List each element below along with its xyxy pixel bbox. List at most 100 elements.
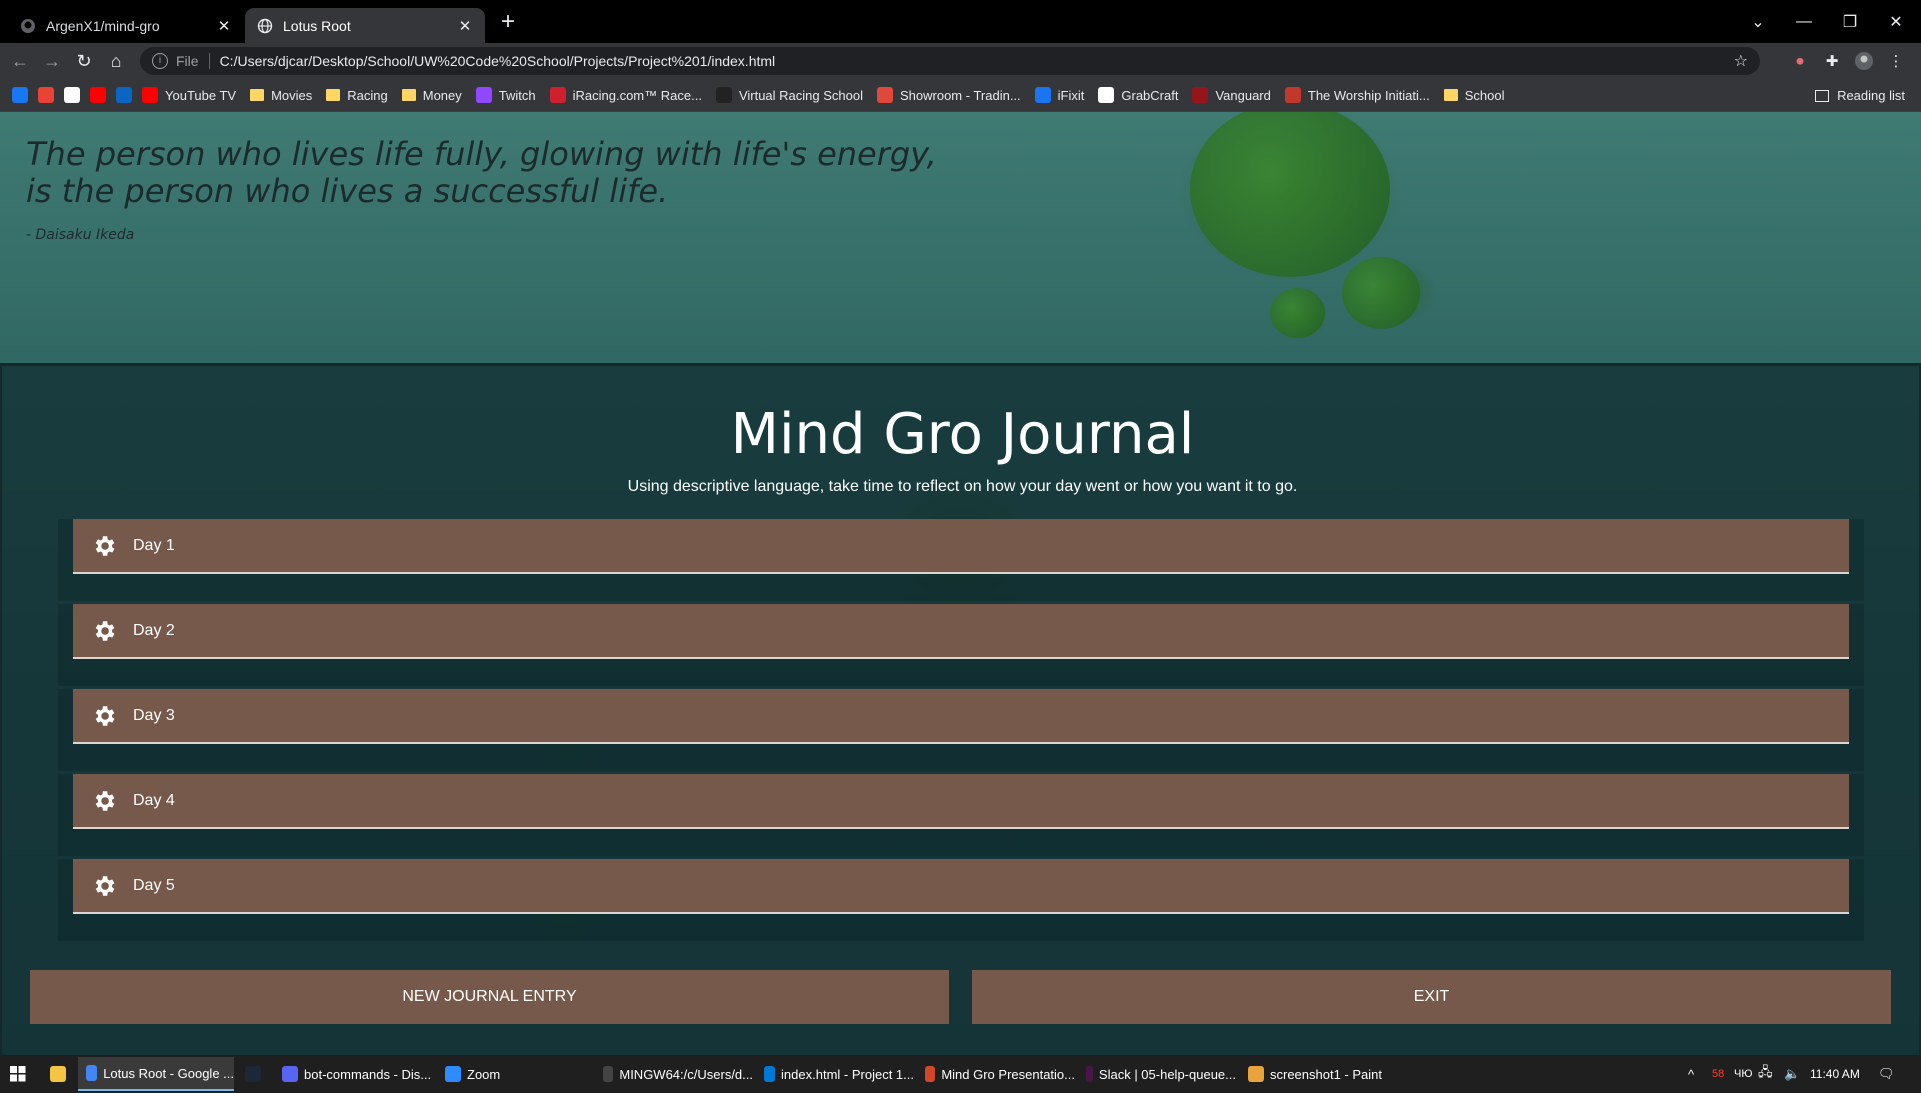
- day-3-entry[interactable]: Day 3: [73, 689, 1849, 744]
- tab-title: ArgenX1/mind-gro: [46, 17, 160, 34]
- tab-mind-gro[interactable]: ArgenX1/mind-gro ✕: [8, 8, 244, 43]
- menu-kebab-icon[interactable]: ⋮: [1886, 51, 1906, 71]
- gear-icon: [95, 535, 115, 556]
- taskbar-app-paint[interactable]: screenshot1 - Paint: [1240, 1057, 1398, 1091]
- bookmark-facebook[interactable]: [12, 87, 28, 103]
- bookmark-school[interactable]: School: [1443, 88, 1505, 103]
- url-text[interactable]: C:/Users/djcar/Desktop/School/UW%20Code%…: [220, 53, 776, 69]
- folder-icon: [250, 89, 265, 101]
- taskbar-app-discord[interactable]: bot-commands - Dis...: [274, 1057, 434, 1091]
- tray-ime[interactable]: ЧЮ: [1734, 1055, 1752, 1093]
- bookmark-racing[interactable]: Racing: [326, 87, 388, 103]
- bookmark-linkedin[interactable]: [116, 87, 132, 103]
- bookmark-star-icon[interactable]: ☆: [1734, 51, 1748, 71]
- reading-list-button[interactable]: Reading list: [1815, 79, 1905, 112]
- address-bar[interactable]: i File C:/Users/djcar/Desktop/School/UW%…: [140, 47, 1760, 75]
- tab-close-icon[interactable]: ✕: [457, 17, 473, 35]
- quote-text: The person who lives life fully, glowing…: [26, 135, 937, 210]
- extensions-puzzle-icon[interactable]: ✚: [1822, 51, 1842, 71]
- extension-record-icon[interactable]: ⏺: [1790, 51, 1810, 71]
- volume-icon[interactable]: 🔈: [1784, 1055, 1800, 1093]
- bookmark-grabcraft[interactable]: GrabCraft: [1098, 87, 1178, 103]
- terminal-icon: [603, 1066, 614, 1082]
- new-journal-entry-button[interactable]: NEW JOURNAL ENTRY: [30, 970, 949, 1024]
- windows-start-icon[interactable]: [2, 1057, 32, 1091]
- bookmark-label: iFixit: [1057, 87, 1085, 103]
- taskbar-app-chrome[interactable]: Lotus Root - Google ...: [78, 1057, 234, 1091]
- forward-icon[interactable]: →: [40, 49, 64, 73]
- bookmark-iracing-com-race[interactable]: iRacing.com™ Race...: [549, 87, 702, 103]
- bookmark-label: Movies: [271, 87, 313, 103]
- bookmark-amazon[interactable]: [64, 87, 80, 103]
- profile-avatar[interactable]: [1854, 51, 1874, 71]
- bookmark-vanguard[interactable]: Vanguard: [1192, 87, 1271, 103]
- bookmark-youtube-tv[interactable]: YouTube TV: [142, 87, 236, 103]
- restore-icon[interactable]: ❐: [1827, 0, 1873, 43]
- tab-search-icon[interactable]: ⌄: [1735, 0, 1781, 43]
- twitch-icon: [475, 87, 492, 103]
- file-explorer-icon[interactable]: [42, 1057, 72, 1091]
- gmail-icon: [38, 87, 54, 103]
- clock-time[interactable]: 11:40 AM: [1810, 1055, 1860, 1093]
- bookmark-money[interactable]: Money: [401, 87, 462, 103]
- vanguard-icon: [1192, 87, 1209, 103]
- info-icon[interactable]: i: [152, 53, 168, 69]
- taskbar-app-label: index.html - Project 1...: [781, 1066, 914, 1082]
- taskbar-app-terminal[interactable]: MINGW64:/c/Users/d...: [595, 1057, 753, 1091]
- bookmark-the-worship-initiati[interactable]: The Worship Initiati...: [1284, 87, 1430, 103]
- day-2-entry[interactable]: Day 2: [73, 604, 1849, 659]
- close-window-icon[interactable]: ✕: [1873, 0, 1919, 43]
- bookmark-virtual-racing-school[interactable]: Virtual Racing School: [715, 87, 863, 103]
- bookmark-gmail[interactable]: [38, 87, 54, 103]
- day-label: Day 2: [133, 621, 175, 639]
- tray-temperature: 58: [1712, 1068, 1725, 1080]
- page-title: Mind Gro Journal: [730, 402, 1195, 467]
- list-item: Day 5: [58, 859, 1864, 944]
- slack-icon: [1086, 1066, 1093, 1082]
- bookmark-showroom-tradin[interactable]: Showroom - Tradin...: [877, 87, 1021, 103]
- youtube-tv-icon: [142, 87, 158, 103]
- journal-panel: Mind Gro Journal Using descriptive langu…: [0, 363, 1921, 1055]
- youtube-icon: [90, 87, 106, 103]
- new-tab-button[interactable]: +: [496, 10, 520, 35]
- tab-title: Lotus Root: [283, 17, 351, 34]
- tab-close-icon[interactable]: ✕: [216, 17, 232, 35]
- network-icon[interactable]: 🖧: [1758, 1055, 1773, 1093]
- tray-chevron-icon[interactable]: ^: [1688, 1055, 1694, 1093]
- windows-taskbar: Lotus Root - Google ... bot-commands - Di…: [0, 1055, 1921, 1093]
- bookmark-movies[interactable]: Movies: [250, 88, 312, 103]
- taskbar-app-zoom[interactable]: Zoom: [437, 1057, 592, 1091]
- day-1-entry[interactable]: Day 1: [73, 519, 1849, 574]
- globe-icon: [257, 18, 273, 34]
- taskbar-app-steam[interactable]: [237, 1057, 271, 1091]
- bookmark-label: Twitch: [498, 87, 536, 103]
- bookmark-label: Money: [422, 87, 462, 103]
- reload-icon[interactable]: ↻: [72, 49, 96, 73]
- bookmark-label: iRacing.com™ Race...: [572, 87, 702, 103]
- scheme-label: File: [176, 53, 210, 69]
- day-label: Day 5: [133, 876, 175, 894]
- taskbar-app-label: Slack | 05-help-queue...: [1098, 1066, 1236, 1082]
- minimize-icon[interactable]: —: [1781, 0, 1827, 43]
- day-5-entry[interactable]: Day 5: [73, 859, 1849, 914]
- bookmark-ifixit[interactable]: iFixit: [1034, 87, 1085, 103]
- day-4-entry[interactable]: Day 4: [73, 774, 1849, 829]
- home-icon[interactable]: ⌂: [104, 49, 128, 73]
- exit-button[interactable]: EXIT: [972, 970, 1891, 1024]
- day-label: Day 1: [133, 536, 175, 554]
- bookmark-label: Racing: [347, 87, 388, 103]
- bookmark-youtube[interactable]: [90, 87, 106, 103]
- taskbar-app-label: Mind Gro Presentatio...: [941, 1066, 1075, 1082]
- back-icon[interactable]: ←: [8, 49, 32, 73]
- tab-strip: ArgenX1/mind-gro ✕ Lotus Root ✕ + ⌄ — ❐ …: [0, 0, 1921, 43]
- browser-toolbar: ← → ↻ ⌂ i File C:/Users/djcar/Desktop/Sc…: [0, 43, 1921, 79]
- taskbar-app-powerpoint[interactable]: Mind Gro Presentatio...: [917, 1057, 1075, 1091]
- notifications-icon[interactable]: 🗨: [1878, 1055, 1895, 1093]
- taskbar-app-slack[interactable]: Slack | 05-help-queue...: [1078, 1057, 1236, 1091]
- taskbar-app-label: Zoom: [467, 1066, 501, 1082]
- tab-lotus-root[interactable]: Lotus Root ✕: [245, 8, 485, 43]
- bookmark-label: Showroom - Tradin...: [900, 87, 1021, 103]
- taskbar-app-vscode[interactable]: index.html - Project 1...: [756, 1057, 914, 1091]
- taskbar-app-label: MINGW64:/c/Users/d...: [619, 1066, 753, 1082]
- bookmark-twitch[interactable]: Twitch: [475, 87, 536, 103]
